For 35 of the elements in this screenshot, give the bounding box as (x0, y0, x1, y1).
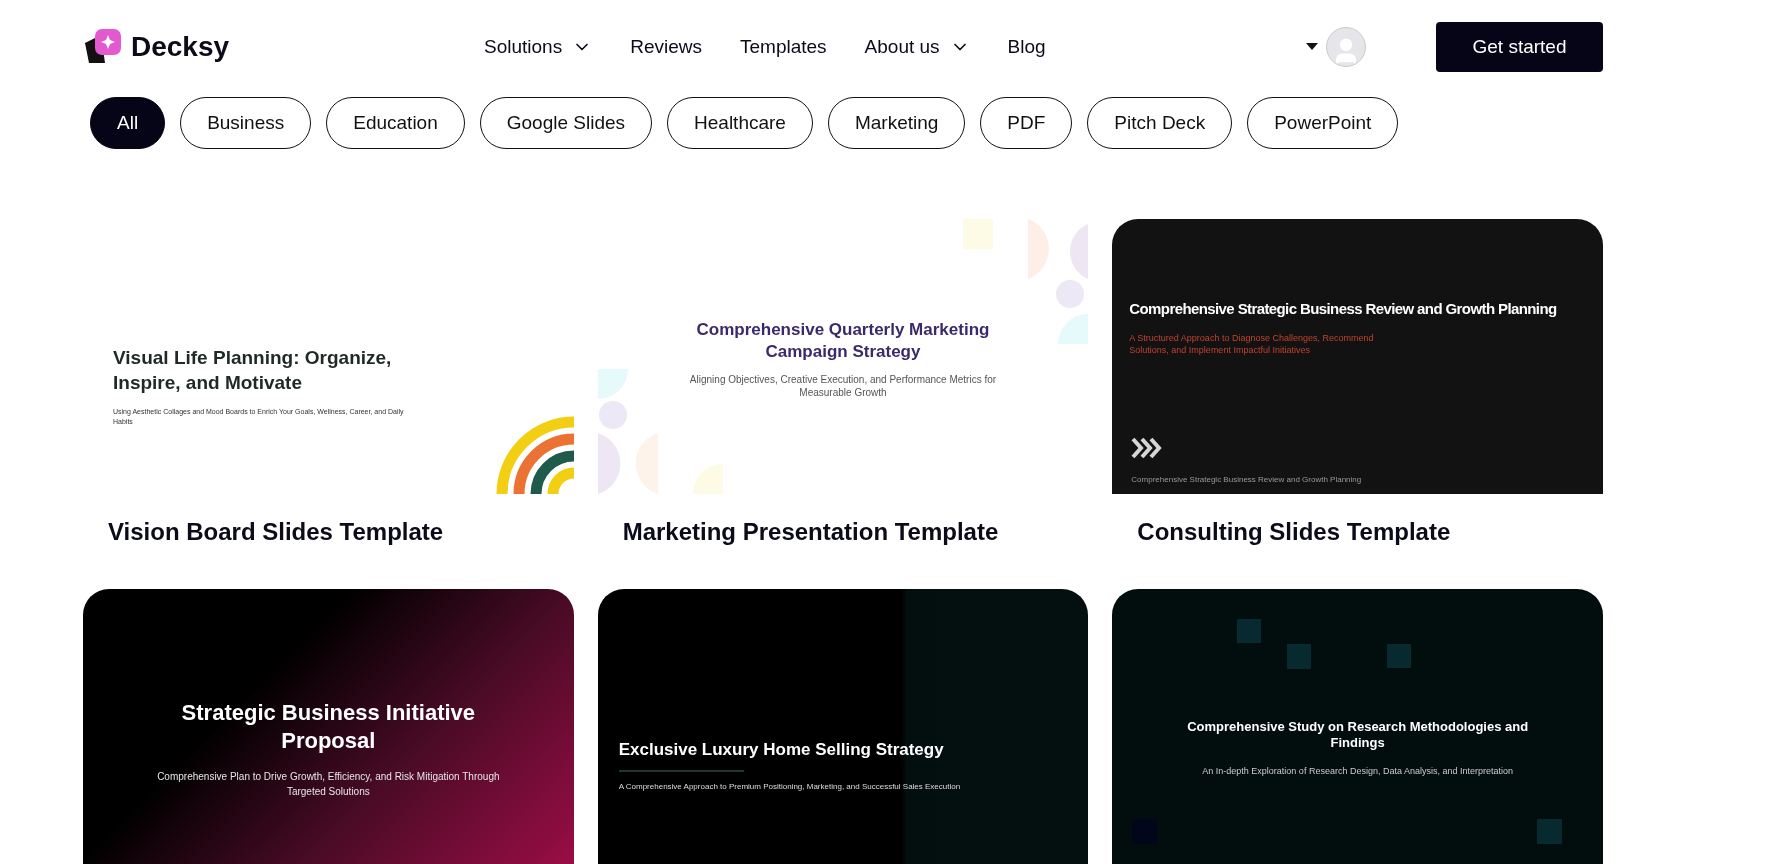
slide-subtitle: Aligning Objectives, Creative Execution, and Performance Metrics for Measurable Growth (688, 373, 998, 399)
slide-footer: Comprehensive Strategic Business Review and Growth Planning (1131, 474, 1362, 486)
slide-title: Comprehensive Strategic Business Review and Growth Planning (1129, 299, 1558, 319)
slide-title: Comprehensive Quarterly Marketing Campaign Strategy (695, 319, 991, 363)
filter-chip[interactable]: Marketing (827, 97, 966, 149)
slide-subtitle: A Comprehensive Approach to Premium Positioning, Marketing, and Successful Sales Execution (618, 781, 962, 792)
caret-icon[interactable] (1306, 43, 1318, 51)
slide-subtitle: A Structured Approach to Diagnose Challenges, Recommend Solutions, and Implement Impactful Initiatives (1129, 332, 1375, 356)
filter-chip[interactable]: All (90, 97, 166, 149)
nav-link[interactable]: About us (864, 32, 970, 62)
template-title[interactable]: Vision Board Slides Template (83, 494, 574, 554)
slide-title: Strategic Business Initiative Proposal (180, 699, 477, 755)
logo-icon (83, 29, 123, 65)
chevrons-icon (1131, 437, 1164, 459)
filter-chip[interactable]: PDF (980, 97, 1073, 149)
brand-name: Decksy (131, 30, 230, 64)
template-title[interactable]: Marketing Presentation Template (597, 494, 1089, 554)
filter-chip[interactable]: PowerPoint (1247, 97, 1399, 149)
filter-chip[interactable]: Google Slides (479, 97, 653, 149)
slide-title: Comprehensive Study on Research Methodologies and Findings (1186, 719, 1530, 751)
get-started-button[interactable]: Get started (1436, 22, 1603, 72)
nav-link[interactable]: Blog (1007, 32, 1046, 62)
filter-chip[interactable]: Pitch Deck (1087, 97, 1233, 149)
nav-link[interactable]: Reviews (630, 32, 702, 62)
slide-subtitle: Comprehensive Plan to Drive Growth, Efficiency, and Risk Mitigation Through Targeted Solutions (156, 770, 501, 799)
slide-title: Exclusive Luxury Home Selling Strategy (618, 739, 945, 761)
filter-chip[interactable]: Education (326, 97, 465, 149)
filter-chip[interactable]: Healthcare (667, 97, 813, 149)
template-title[interactable]: Consulting Slides Template (1112, 494, 1603, 554)
filter-chip[interactable]: Business (180, 97, 312, 149)
slide-subtitle: An In-depth Exploration of Research Design, Data Analysis, and Interpretation (1202, 765, 1513, 777)
slide-title: Visual Life Planning: Organize, Inspire, and Motivate (113, 346, 393, 395)
rainbow-icon (495, 416, 574, 494)
nav-link[interactable]: Solutions (484, 32, 593, 62)
nav-link[interactable]: Templates (740, 32, 827, 62)
